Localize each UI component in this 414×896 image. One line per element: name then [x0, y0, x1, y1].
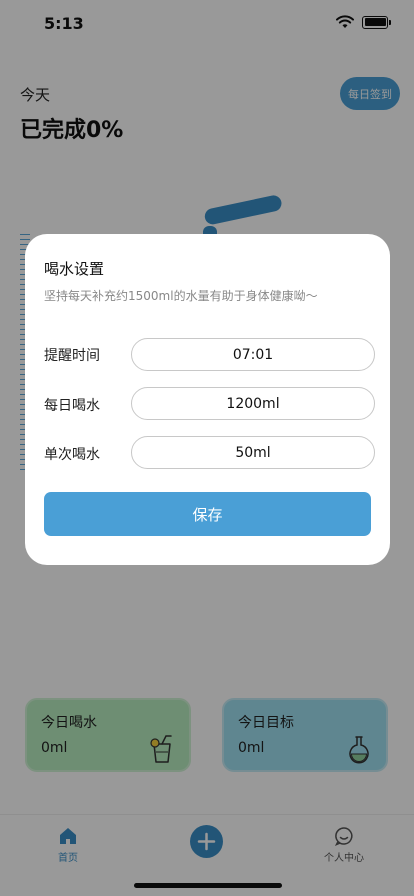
- reminder-time-input[interactable]: [131, 338, 375, 371]
- single-drink-label: 单次喝水: [44, 447, 100, 463]
- modal-title: 喝水设置: [44, 260, 105, 278]
- water-settings-modal: 喝水设置 坚持每天补充约1500ml的水量有助于身体健康呦～ 提醒时间 每日喝水…: [25, 234, 390, 565]
- single-drink-input[interactable]: [131, 436, 375, 469]
- daily-water-input[interactable]: [131, 387, 375, 420]
- reminder-time-label: 提醒时间: [44, 348, 100, 364]
- modal-description: 坚持每天补充约1500ml的水量有助于身体健康呦～: [44, 289, 318, 303]
- save-button[interactable]: 保存: [44, 492, 371, 536]
- daily-water-label: 每日喝水: [44, 398, 100, 414]
